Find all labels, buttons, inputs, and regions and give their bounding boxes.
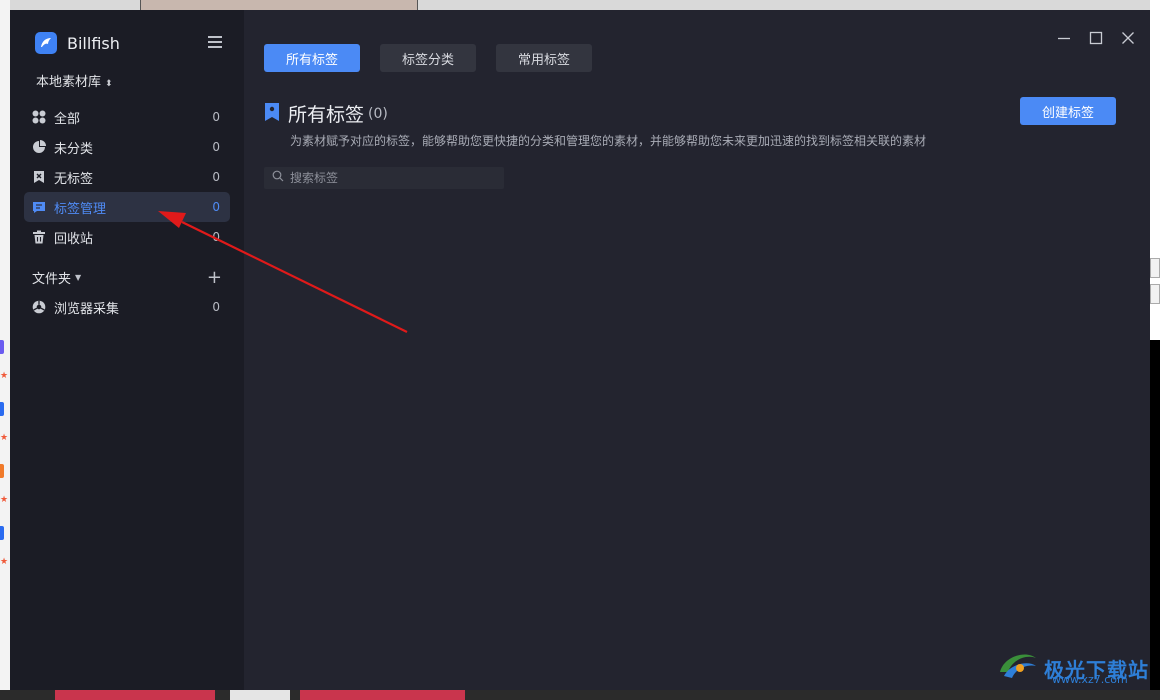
main-panel: 所有标签 标签分类 常用标签 所有标签 (0) 为素材赋予对应的标签，能够帮助您… <box>244 10 1150 690</box>
page-title-row: 所有标签 (0) <box>264 100 388 127</box>
tab-common-tags[interactable]: 常用标签 <box>496 44 593 72</box>
close-icon[interactable] <box>1120 30 1136 46</box>
trash-icon <box>32 230 46 244</box>
sidebar-item-trash[interactable]: 回收站 0 <box>24 222 230 252</box>
bg-shape <box>55 690 215 700</box>
window-controls <box>1056 30 1136 46</box>
create-tag-button[interactable]: 创建标签 <box>1020 97 1116 125</box>
tag-count: (0) <box>368 105 388 122</box>
bg-shape <box>230 690 290 700</box>
sidebar-item-tag-management[interactable]: 标签管理 0 <box>24 192 230 222</box>
watermark-url: www.xz7.com <box>1052 673 1128 686</box>
billfish-logo-icon <box>35 32 57 54</box>
library-name: 本地素材库 <box>36 75 102 90</box>
sidebar-item-count: 0 <box>212 200 220 214</box>
sidebar-item-browser-collect[interactable]: 浏览器采集 0 <box>24 292 230 322</box>
app-name: Billfish <box>67 33 120 53</box>
folders-header-label: 文件夹 <box>32 272 72 287</box>
bg-field <box>1150 284 1160 304</box>
browser-collect-icon <box>32 300 46 314</box>
sidebar-item-count: 0 <box>212 140 220 154</box>
bg-shape <box>300 690 465 700</box>
add-folder-icon[interactable]: + <box>207 268 222 286</box>
bg-chip <box>0 402 4 416</box>
pie-icon <box>32 140 46 154</box>
search-input[interactable] <box>290 171 490 185</box>
tab-tag-categories[interactable]: 标签分类 <box>380 44 477 72</box>
maximize-icon[interactable] <box>1088 30 1104 46</box>
background-window-left-edge: ★ ★ ★ ★ <box>0 0 10 700</box>
hamburger-menu-icon[interactable] <box>208 36 222 48</box>
bg-chip <box>0 340 4 354</box>
sidebar-item-label: 浏览器采集 <box>54 301 120 317</box>
background-window-strip-top <box>140 0 418 10</box>
caret-down-icon: ▼ <box>75 273 82 282</box>
watermark: 极光下载站 www.xz7.com <box>996 646 1149 690</box>
sort-caret-icon: ⬍ <box>105 79 113 89</box>
sidebar-item-count: 0 <box>212 300 220 314</box>
sidebar-item-label: 回收站 <box>54 231 94 247</box>
tag-tabs: 所有标签 标签分类 常用标签 <box>264 44 593 72</box>
sidebar-item-label: 全部 <box>54 111 81 127</box>
library-selector[interactable]: 本地素材库 ⬍ <box>36 71 113 90</box>
page-description: 为素材赋予对应的标签，能够帮助您更快捷的分类和管理您的素材，并能够帮助您未来更加… <box>290 134 927 148</box>
brand: Billfish <box>35 32 120 54</box>
sidebar-item-untagged[interactable]: 无标签 0 <box>24 162 230 192</box>
sidebar-nav: 全部 0 未分类 0 无标签 0 标签管理 0 回收站 0 <box>24 102 230 252</box>
bg-star-icon: ★ <box>0 495 9 505</box>
tag-bookmark-icon <box>264 102 280 126</box>
bg-chip <box>0 464 4 478</box>
no-tag-icon <box>32 170 46 184</box>
background-window-right-edge <box>1150 0 1160 700</box>
sidebar-item-label: 无标签 <box>54 171 94 187</box>
search-icon <box>272 170 284 186</box>
sidebar-item-label: 标签管理 <box>54 201 107 217</box>
sidebar-item-count: 0 <box>212 110 220 124</box>
folder-list: 浏览器采集 0 <box>24 292 230 322</box>
sidebar-item-label: 未分类 <box>54 141 94 157</box>
sidebar: Billfish 本地素材库 ⬍ 全部 0 未分类 0 无标签 0 标签管理 0… <box>10 10 244 690</box>
watermark-logo-icon <box>996 646 1040 690</box>
page-title: 所有标签 <box>288 104 365 126</box>
folders-section-header[interactable]: 文件夹 ▼ + <box>32 268 222 287</box>
bg-star-icon: ★ <box>0 371 9 381</box>
grid-icon <box>32 110 46 124</box>
minimize-icon[interactable] <box>1056 30 1072 46</box>
sidebar-item-all[interactable]: 全部 0 <box>24 102 230 132</box>
bg-star-icon: ★ <box>0 433 9 443</box>
sidebar-item-count: 0 <box>212 170 220 184</box>
bg-field <box>1150 258 1160 278</box>
background-window-bottom-edge <box>0 690 1160 700</box>
sidebar-item-uncategorized[interactable]: 未分类 0 <box>24 132 230 162</box>
tag-manage-icon <box>32 200 46 214</box>
billfish-window: Billfish 本地素材库 ⬍ 全部 0 未分类 0 无标签 0 标签管理 0… <box>10 10 1150 690</box>
bg-chip <box>0 526 4 540</box>
tag-search-box[interactable] <box>264 167 504 189</box>
tab-all-tags[interactable]: 所有标签 <box>264 44 361 72</box>
bg-star-icon: ★ <box>0 557 9 567</box>
sidebar-item-count: 0 <box>212 230 220 244</box>
